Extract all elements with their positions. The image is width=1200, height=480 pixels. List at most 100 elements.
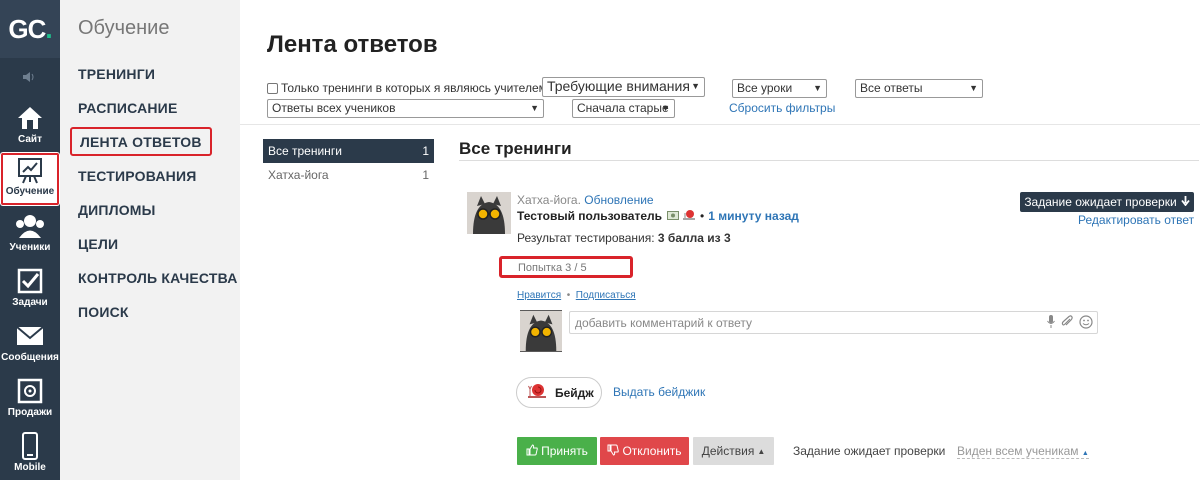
user-name[interactable]: Тестовый пользователь [517, 209, 662, 223]
avatar[interactable] [467, 192, 511, 234]
envelope-icon [15, 322, 45, 350]
arrow-down-icon [1180, 195, 1190, 209]
lesson-link[interactable]: Обновление [584, 193, 653, 207]
attention-select-value: Требующие внимания [547, 78, 690, 94]
answer-time[interactable]: 1 минуту назад [708, 209, 799, 223]
rail-label: Обучение [5, 186, 55, 197]
teacher-only-label: Только тренинги в которых я являюсь учит… [281, 81, 547, 95]
teacher-only-checkbox[interactable]: Только тренинги в которых я являюсь учит… [267, 81, 547, 95]
nav-item-diplomas[interactable]: ДИПЛОМЫ [78, 202, 156, 218]
answer-status-text: Задание ожидает проверки [793, 444, 946, 458]
nav-item-testing[interactable]: ТЕСТИРОВАНИЯ [78, 168, 196, 184]
comment-input[interactable]: добавить комментарий к ответу [569, 311, 1098, 334]
snail-badge-icon [527, 383, 547, 402]
training-name: Все тренинги [268, 144, 342, 158]
rail-item-messages[interactable]: Сообщения [0, 318, 60, 372]
users-icon [15, 212, 45, 240]
rail-label: Сайт [18, 134, 42, 145]
rail-item-sales[interactable]: Продажи [0, 373, 60, 427]
presentation-chart-icon [15, 156, 45, 184]
attention-select[interactable]: Требующие внимания ▼ [542, 77, 705, 97]
microphone-icon[interactable] [1047, 315, 1055, 332]
rail-label: Ученики [9, 242, 51, 253]
lessons-select[interactable]: Все уроки ▼ [732, 79, 827, 98]
rail-label: Mobile [14, 462, 46, 473]
checkbox-icon [15, 267, 45, 295]
training-item-all[interactable]: Все тренинги 1 [263, 139, 434, 163]
thumbs-up-icon [526, 443, 538, 459]
answers-select-value: Все ответы [860, 81, 923, 95]
chevron-down-icon: ▼ [813, 83, 822, 93]
chevron-down-icon: ▼ [530, 103, 539, 113]
nav-item-search[interactable]: ПОИСК [78, 304, 129, 320]
nav-item-trainings[interactable]: ТРЕНИНГИ [78, 66, 155, 82]
checkbox-box[interactable] [267, 82, 278, 94]
rail-label: Сообщения [1, 352, 59, 363]
like-link[interactable]: Нравится [517, 290, 561, 301]
test-result: Результат тестирования: 3 балла из 3 [517, 231, 731, 245]
comment-tools [1047, 315, 1093, 332]
section-title: Обучение [78, 17, 170, 39]
rail-item-site[interactable]: Сайт [0, 100, 60, 154]
students-select-value: Ответы всех учеников [272, 101, 396, 115]
emoji-icon[interactable] [1079, 315, 1093, 332]
rail-item-students[interactable]: Ученики [0, 208, 60, 262]
subscribe-link[interactable]: Подписаться [576, 290, 636, 301]
caret-up-icon: ▲ [757, 446, 766, 456]
students-select[interactable]: Ответы всех учеников ▼ [267, 99, 544, 118]
result-label: Результат тестирования: [517, 231, 655, 245]
actions-dropdown-button[interactable]: Действия ▲ [693, 437, 774, 465]
logo[interactable]: GC. [0, 0, 60, 58]
awaiting-review-button[interactable]: Задание ожидает проверки [1020, 192, 1194, 212]
social-links: Нравится • Подписаться [517, 290, 636, 301]
edit-answer-link[interactable]: Редактировать ответ [1078, 213, 1194, 227]
badge-label: Бейдж [555, 385, 594, 400]
reject-label: Отклонить [622, 444, 682, 458]
order-select-value: Сначала старые [577, 101, 669, 115]
chevron-down-icon: ▼ [661, 103, 670, 113]
badge-button[interactable]: Бейдж [516, 377, 602, 408]
paperclip-icon[interactable] [1061, 315, 1073, 332]
training-list: Все тренинги 1 Хатха-йога 1 [263, 139, 434, 187]
order-select[interactable]: Сначала старые ▼ [572, 99, 675, 118]
commenter-avatar [520, 310, 562, 352]
rail-item-tasks[interactable]: Задачи [0, 263, 60, 317]
rail-label: Задачи [12, 297, 48, 308]
attempt-counter: Попытка 3 / 5 [499, 256, 633, 278]
sound-icon[interactable] [0, 62, 60, 92]
answer-course: Хатха-йога. Обновление [517, 193, 654, 207]
rail-label: Продажи [7, 407, 53, 418]
nav-item-goals[interactable]: ЦЕЛИ [78, 236, 118, 252]
safe-icon [15, 377, 45, 405]
icon-rail: GC. Сайт Обучение Ученики Задачи Сообщен… [0, 0, 60, 480]
thumbs-down-icon [607, 444, 620, 459]
phone-icon [15, 432, 45, 460]
rail-item-learning[interactable]: Обучение [0, 152, 60, 206]
chevron-down-icon: ▼ [969, 83, 978, 93]
page-title: Лента ответов [267, 31, 438, 58]
home-icon [15, 104, 45, 132]
feed-divider [459, 160, 1199, 161]
section-nav: Обучение ТРЕНИНГИ РАСПИСАНИЕ ЛЕНТА ОТВЕТ… [60, 0, 240, 480]
training-count: 1 [422, 144, 429, 158]
accept-label: Принять [541, 444, 588, 458]
accept-button[interactable]: Принять [517, 437, 597, 465]
visibility-label: Виден всем ученикам [957, 444, 1079, 458]
nav-item-schedule[interactable]: РАСПИСАНИЕ [78, 100, 178, 116]
answers-select[interactable]: Все ответы ▼ [855, 79, 983, 98]
lessons-select-value: Все уроки [737, 81, 793, 95]
snail-badge-icon [682, 209, 696, 223]
reset-filters-link[interactable]: Сбросить фильтры [729, 101, 835, 115]
nav-item-quality-control[interactable]: КОНТРОЛЬ КАЧЕСТВА [78, 270, 238, 286]
training-count: 1 [422, 168, 429, 182]
nav-item-answers-feed[interactable]: ЛЕНТА ОТВЕТОВ [70, 127, 212, 156]
rail-item-mobile[interactable]: Mobile [0, 428, 60, 480]
chevron-down-icon: ▼ [691, 81, 700, 91]
bullet: • [700, 209, 705, 223]
visibility-dropdown[interactable]: Виден всем ученикам ▲ [957, 444, 1089, 459]
training-item-hatha-yoga[interactable]: Хатха-йога 1 [263, 163, 434, 187]
result-value: 3 балла из 3 [657, 231, 731, 245]
status-button-label: Задание ожидает проверки [1024, 195, 1177, 209]
reject-button[interactable]: Отклонить [600, 437, 689, 465]
give-badge-link[interactable]: Выдать бейджик [613, 385, 705, 399]
